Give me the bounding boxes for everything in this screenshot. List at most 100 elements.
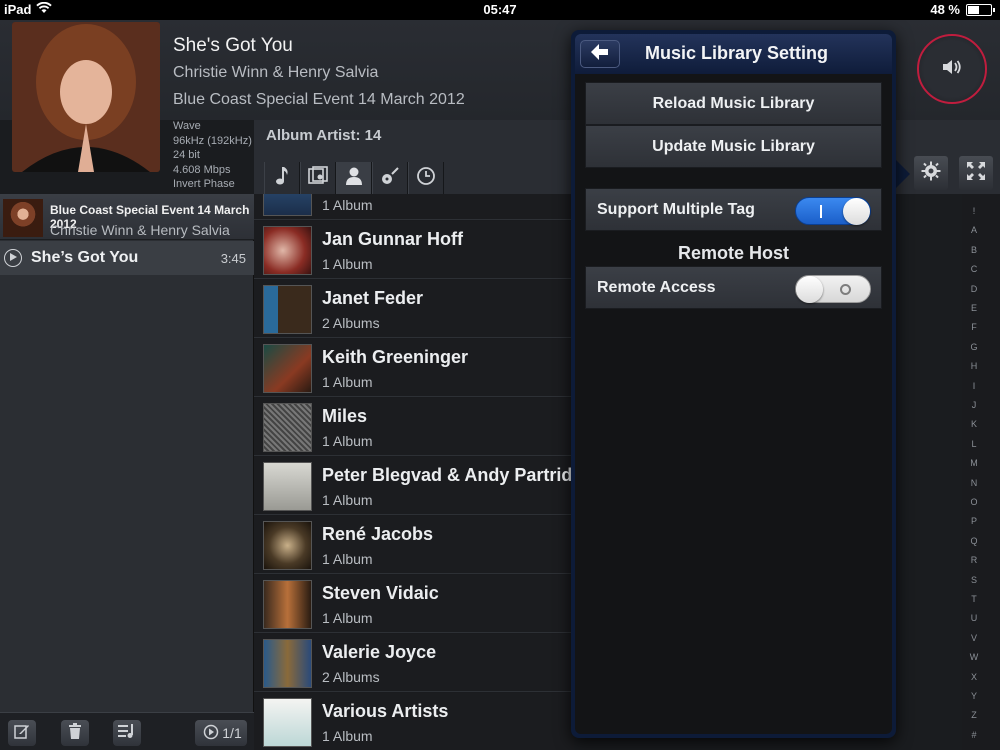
artist-name: Various Artists — [322, 701, 449, 721]
list-item[interactable]: Miles 1 Album — [254, 398, 574, 456]
now-playing-artist: Christie Winn & Henry Salvia — [173, 64, 379, 81]
tab-albums[interactable] — [300, 162, 336, 194]
edit-icon — [14, 723, 30, 744]
alpha-index-letter[interactable]: B — [962, 245, 986, 255]
music-note-icon — [274, 166, 290, 191]
list-item[interactable]: Valerie Joyce 2 Albums — [254, 634, 574, 692]
alpha-index-letter[interactable]: D — [962, 284, 986, 294]
library-tabs — [264, 162, 444, 194]
artist-thumb — [263, 344, 312, 393]
remote-access-row: Remote Access — [585, 266, 882, 309]
alpha-index-letter[interactable]: W — [962, 652, 986, 662]
alpha-index-letter[interactable]: O — [962, 497, 986, 507]
alpha-index-letter[interactable]: A — [962, 225, 986, 235]
now-playing-cover[interactable] — [12, 22, 160, 172]
tab-genres[interactable] — [372, 162, 408, 194]
status-right: 48 % — [930, 2, 995, 17]
remote-access-toggle[interactable] — [795, 275, 871, 303]
volume-button[interactable] — [917, 34, 987, 104]
fullscreen-button[interactable] — [959, 156, 993, 190]
edit-queue-button[interactable] — [8, 720, 36, 746]
alpha-index-letter[interactable]: M — [962, 458, 986, 468]
tab-songs[interactable] — [264, 162, 300, 194]
right-toolbar — [896, 120, 1000, 194]
alpha-index-letter[interactable]: T — [962, 594, 986, 604]
alpha-index-letter[interactable]: C — [962, 264, 986, 274]
alpha-index-letter[interactable]: I — [962, 381, 986, 391]
popover-title: Music Library Setting — [644, 43, 829, 63]
format-samplerate: 96kHz (192kHz) — [173, 134, 252, 147]
playlist-icon — [118, 723, 136, 744]
alphabet-index[interactable]: ! A B C D E F G H I J K L M N O P Q R S T U V W X Y Z # — [962, 194, 1000, 750]
artist-name: René Jacobs — [322, 524, 434, 544]
alpha-index-letter[interactable]: S — [962, 575, 986, 585]
artist-thumb — [263, 462, 312, 511]
queue-album-header[interactable]: Blue Coast Special Event 14 March 2012 C… — [0, 194, 254, 240]
artist-name: Steven Vidaic — [322, 583, 439, 603]
audio-format-info: Wave 96kHz (192kHz) 24 bit 4.608 Mbps In… — [173, 119, 252, 192]
list-item[interactable]: Peter Blegvad & Andy Partridge 1 Album — [254, 457, 574, 515]
artist-list: 1 Album Jan Gunnar Hoff 1 Album Janet Fe… — [254, 194, 574, 750]
artist-thumb — [263, 521, 312, 570]
alpha-index-letter[interactable]: J — [962, 400, 986, 410]
reload-library-button[interactable]: Reload Music Library — [585, 82, 882, 125]
list-item[interactable]: Steven Vidaic 1 Album — [254, 575, 574, 633]
delete-button[interactable] — [61, 720, 89, 746]
alpha-index-letter[interactable]: R — [962, 555, 986, 565]
artist-thumb — [263, 285, 312, 334]
genre-guitar-icon — [380, 166, 400, 191]
artist-thumb — [263, 698, 312, 747]
play-circle-icon — [203, 724, 219, 743]
artist-thumb — [263, 403, 312, 452]
alpha-index-letter[interactable]: L — [962, 439, 986, 449]
queue-page-button[interactable]: 1/1 — [195, 720, 247, 746]
list-item[interactable]: Various Artists 1 Album — [254, 693, 574, 750]
queue-album-thumb — [3, 199, 43, 237]
alpha-index-letter[interactable]: X — [962, 672, 986, 682]
alpha-index-letter[interactable]: V — [962, 633, 986, 643]
album-count: 1 Album — [322, 610, 373, 626]
alpha-index-letter[interactable]: ! — [962, 206, 986, 216]
queue-track-name: She’s Got You — [31, 249, 139, 266]
popover-body: Reload Music Library Update Music Librar… — [575, 74, 892, 734]
play-circle-icon[interactable] — [4, 249, 22, 267]
toggle-off-mark — [840, 284, 851, 295]
queue-track-row[interactable]: She’s Got You 3:45 — [0, 241, 254, 275]
list-item[interactable]: Keith Greeninger 1 Album — [254, 339, 574, 397]
alpha-index-letter[interactable]: H — [962, 361, 986, 371]
queue-album-artist: Christie Winn & Henry Salvia — [50, 222, 230, 238]
play-queue-panel: Blue Coast Special Event 14 March 2012 C… — [0, 194, 254, 750]
update-library-button[interactable]: Update Music Library — [585, 125, 882, 168]
format-codec: Wave — [173, 120, 201, 132]
alpha-index-letter[interactable]: Z — [962, 710, 986, 720]
alpha-index-letter[interactable]: G — [962, 342, 986, 352]
album-icon — [308, 165, 328, 191]
recent-clock-icon — [416, 166, 436, 191]
alpha-index-letter[interactable]: P — [962, 516, 986, 526]
playlist-button[interactable] — [113, 720, 141, 746]
alpha-index-letter[interactable]: Q — [962, 536, 986, 546]
alpha-index-letter[interactable]: # — [962, 730, 986, 740]
expand-icon — [966, 161, 986, 186]
album-count: 1 Album — [322, 256, 373, 272]
list-item[interactable]: Jan Gunnar Hoff 1 Album — [254, 221, 574, 279]
tab-recent[interactable] — [408, 162, 444, 194]
alpha-index-letter[interactable]: N — [962, 478, 986, 488]
list-item[interactable]: René Jacobs 1 Album — [254, 516, 574, 574]
battery-level — [968, 5, 979, 14]
artist-thumb — [263, 580, 312, 629]
album-count: 1 Album — [322, 728, 373, 744]
list-item[interactable]: Janet Feder 2 Albums — [254, 280, 574, 338]
list-item[interactable]: 1 Album — [254, 194, 574, 220]
artist-name: Janet Feder — [322, 288, 424, 308]
support-multiple-tag-toggle[interactable] — [795, 197, 871, 225]
format-bitdepth: 24 bit — [173, 149, 200, 161]
alpha-index-letter[interactable]: E — [962, 303, 986, 313]
settings-button[interactable] — [914, 156, 948, 190]
back-button[interactable] — [580, 40, 620, 68]
alpha-index-letter[interactable]: Y — [962, 691, 986, 701]
tab-artists[interactable] — [336, 162, 372, 194]
alpha-index-letter[interactable]: F — [962, 322, 986, 332]
alpha-index-letter[interactable]: K — [962, 419, 986, 429]
alpha-index-letter[interactable]: U — [962, 613, 986, 623]
